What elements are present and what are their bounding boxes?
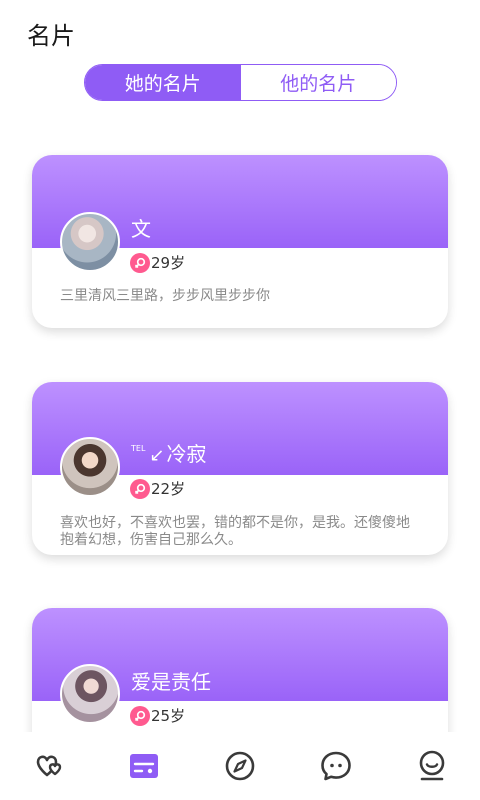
age-text: 29岁 bbox=[151, 254, 186, 272]
tab-hearts[interactable] bbox=[24, 742, 72, 790]
compass-icon bbox=[225, 751, 255, 781]
profile-card[interactable]: TEL ↙ 冷寂 22岁 喜欢也好，不喜欢也罢，错的都不是你，是我。还傻傻地抱着幻想… bbox=[32, 382, 448, 555]
page-title: 名片 bbox=[27, 22, 75, 50]
profile-card[interactable]: 文 29岁 三里清风三里路，步步风里步步你 bbox=[32, 155, 448, 328]
tab-discover[interactable] bbox=[216, 742, 264, 790]
tab-profile[interactable] bbox=[408, 742, 456, 790]
chat-icon bbox=[321, 751, 351, 781]
avatar[interactable] bbox=[60, 437, 120, 497]
age-text: 25岁 bbox=[151, 707, 186, 725]
tab-his-cards[interactable]: 他的名片 bbox=[240, 65, 396, 100]
avatar[interactable] bbox=[60, 212, 120, 272]
card-name: 文 bbox=[131, 217, 151, 241]
bottom-tab-bar bbox=[0, 732, 480, 800]
tab-card[interactable] bbox=[120, 742, 168, 790]
tab-her-cards[interactable]: 她的名片 bbox=[85, 65, 241, 100]
hearts-icon bbox=[36, 755, 62, 777]
age-row: 25岁 bbox=[130, 705, 185, 726]
card-name-text: 冷寂 bbox=[166, 442, 207, 466]
female-icon bbox=[130, 478, 150, 499]
card-description: 三里清风三里路，步步风里步步你 bbox=[60, 288, 270, 304]
age-text: 22岁 bbox=[151, 480, 186, 498]
tab-messages[interactable] bbox=[312, 742, 360, 790]
profile-card[interactable]: 爱是责任 25岁 bbox=[32, 608, 448, 732]
arrow-icon: ↙ bbox=[149, 445, 165, 466]
card-name: TEL ↙ 冷寂 bbox=[131, 438, 207, 467]
card-name: 爱是责任 bbox=[131, 670, 211, 694]
card-description: 喜欢也好，不喜欢也罢，错的都不是你，是我。还傻傻地抱着幻想，伤害自己那么久。 bbox=[60, 515, 410, 548]
profile-icon bbox=[419, 750, 445, 781]
female-icon bbox=[130, 252, 150, 273]
segmented-control: 她的名片 他的名片 bbox=[84, 64, 397, 101]
female-icon bbox=[130, 705, 150, 726]
card-list[interactable]: 文 29岁 三里清风三里路，步步风里步步你 TEL ↙ 冷寂 22岁 喜欢也好，不喜… bbox=[0, 0, 480, 732]
age-row: 29岁 bbox=[130, 252, 185, 273]
avatar[interactable] bbox=[60, 664, 120, 724]
card-icon bbox=[130, 754, 158, 778]
age-row: 22岁 bbox=[130, 478, 185, 499]
tel-tag: TEL bbox=[131, 444, 146, 453]
